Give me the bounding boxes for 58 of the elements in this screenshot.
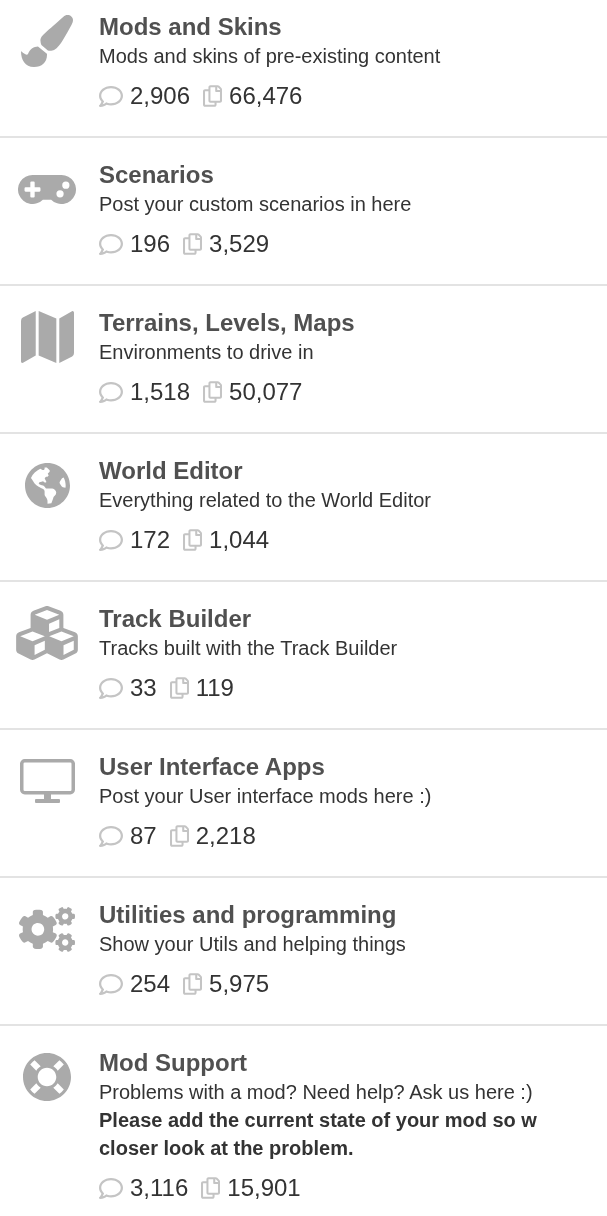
speech-bubble-icon — [99, 1177, 123, 1199]
pages-icon — [183, 529, 203, 551]
forum-title-link[interactable]: Terrains, Levels, Maps — [99, 308, 355, 338]
thread-count: 172 — [130, 525, 171, 555]
forum-title-link[interactable]: Track Builder — [99, 604, 252, 634]
speech-bubble-icon — [99, 381, 123, 403]
speech-bubble-icon — [99, 825, 123, 847]
post-count: 15,901 — [227, 1173, 301, 1203]
speech-bubble-icon — [99, 529, 123, 551]
paintbrush-icon — [21, 15, 73, 67]
forum-title-link[interactable]: Utilities and programming — [99, 900, 397, 930]
forum-title-link[interactable]: World Editor — [99, 456, 243, 486]
forum-description: Show your Utils and helping things — [99, 932, 406, 957]
post-count: 119 — [195, 673, 234, 703]
thread-count: 3,116 — [130, 1173, 189, 1203]
monitor-icon — [19, 759, 75, 803]
thread-count: 254 — [130, 969, 171, 999]
speech-bubble-icon — [99, 85, 123, 107]
forum-note: Please add the current state of your mod so w — [99, 1108, 537, 1133]
forum-note: closer look at the problem. — [99, 1136, 354, 1161]
thread-count: 87 — [130, 821, 157, 851]
forum-title-link[interactable]: User Interface Apps — [99, 752, 325, 782]
post-count: 3,529 — [209, 229, 270, 259]
thread-count: 196 — [130, 229, 171, 259]
life-ring-icon — [23, 1053, 71, 1101]
post-count: 5,975 — [209, 969, 270, 999]
cubes-icon — [16, 606, 78, 660]
thread-count: 33 — [130, 673, 157, 703]
forum-description: Everything related to the World Editor — [99, 488, 432, 513]
pages-icon — [203, 85, 223, 107]
forum-description: Post your custom scenarios in here — [99, 192, 412, 217]
gears-icon — [19, 906, 75, 952]
pages-icon — [169, 677, 189, 699]
globe-icon — [24, 462, 70, 508]
gamepad-icon — [18, 174, 76, 204]
forum-description: Post your User interface mods here :) — [99, 784, 432, 809]
forum-description: Problems with a mod? Need help? Ask us here :) — [99, 1080, 533, 1105]
speech-bubble-icon — [99, 233, 123, 255]
pages-icon — [183, 233, 203, 255]
thread-count: 2,906 — [130, 81, 191, 111]
forum-description: Mods and skins of pre-existing content — [99, 44, 441, 69]
pages-icon — [183, 973, 203, 995]
speech-bubble-icon — [99, 973, 123, 995]
post-count: 66,476 — [229, 81, 303, 111]
forum-description: Environments to drive in — [99, 340, 314, 365]
forum-title-link[interactable]: Mods and Skins — [99, 12, 282, 42]
speech-bubble-icon — [99, 677, 123, 699]
folded-map-icon — [20, 311, 74, 363]
forum-title-link[interactable]: Scenarios — [99, 160, 214, 190]
post-count: 1,044 — [209, 525, 270, 555]
forum-description: Tracks built with the Track Builder — [99, 636, 398, 661]
forum-title-link[interactable]: Mod Support — [99, 1048, 247, 1078]
post-count: 2,218 — [195, 821, 256, 851]
pages-icon — [203, 381, 223, 403]
thread-count: 1,518 — [130, 377, 191, 407]
pages-icon — [169, 825, 189, 847]
post-count: 50,077 — [229, 377, 303, 407]
pages-icon — [201, 1177, 221, 1199]
